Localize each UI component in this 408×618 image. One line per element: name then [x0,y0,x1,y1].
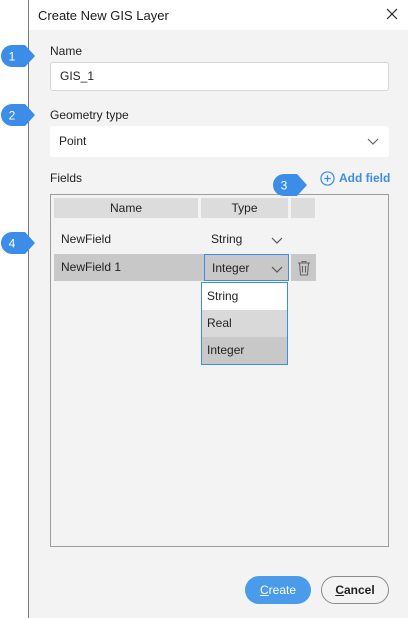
cancel-mnemonic: C [335,583,344,597]
field-type-value: Integer [212,261,250,275]
table-row-type-cell: Integer [54,254,344,281]
fields-label: Fields [50,171,83,185]
add-field-button[interactable]: Add field [320,171,390,186]
callout-badge-3: 3 [273,174,307,196]
callout-number: 4 [9,237,16,251]
callout-number: 2 [9,109,16,123]
column-header-name[interactable]: Name [54,198,198,218]
chevron-down-icon [271,266,283,273]
cancel-button[interactable]: Cancel [321,576,389,604]
create-gis-layer-dialog: Create New GIS Layer Name GIS_1 Geometry… [28,0,408,618]
geometry-type-label: Geometry type [50,108,129,122]
fields-table: Name Type NewField String NewField 1 Int… [50,194,389,547]
table-row[interactable]: NewField String [54,226,344,253]
cancel-label: ancel [343,583,375,597]
field-type: String [211,232,243,246]
chevron-down-icon [367,138,379,145]
title-bar: Create New GIS Layer [29,0,408,30]
dropdown-option-real[interactable]: Real [202,310,287,337]
name-input[interactable]: GIS_1 [50,62,389,91]
type-dropdown-list: String Real Integer [201,282,288,365]
add-field-label: Add field [339,171,391,185]
create-mnemonic: C [259,583,269,597]
dialog-title: Create New GIS Layer [38,8,169,23]
close-icon[interactable] [381,4,403,26]
field-type-select[interactable]: Integer [204,254,289,281]
delete-field-button[interactable] [291,254,316,281]
callout-number: 1 [9,50,16,64]
callout-badge-1: 1 [1,45,35,67]
geometry-type-select[interactable]: Point [50,126,389,157]
callout-badge-2: 2 [1,104,35,126]
name-label: Name [50,44,83,58]
plus-circle-icon [320,171,335,186]
callout-number: 3 [281,179,288,193]
dropdown-option-string[interactable]: String [202,283,287,310]
trash-icon [298,260,310,276]
column-header-actions [291,198,315,218]
dropdown-option-integer[interactable]: Integer [202,337,287,364]
column-header-type[interactable]: Type [201,198,288,218]
chevron-down-icon[interactable] [271,234,283,246]
field-name: NewField [61,232,112,246]
create-label: reate [268,583,297,597]
callout-badge-4: 4 [1,232,35,254]
geometry-type-value: Point [59,134,87,148]
create-button[interactable]: Create [245,576,311,604]
